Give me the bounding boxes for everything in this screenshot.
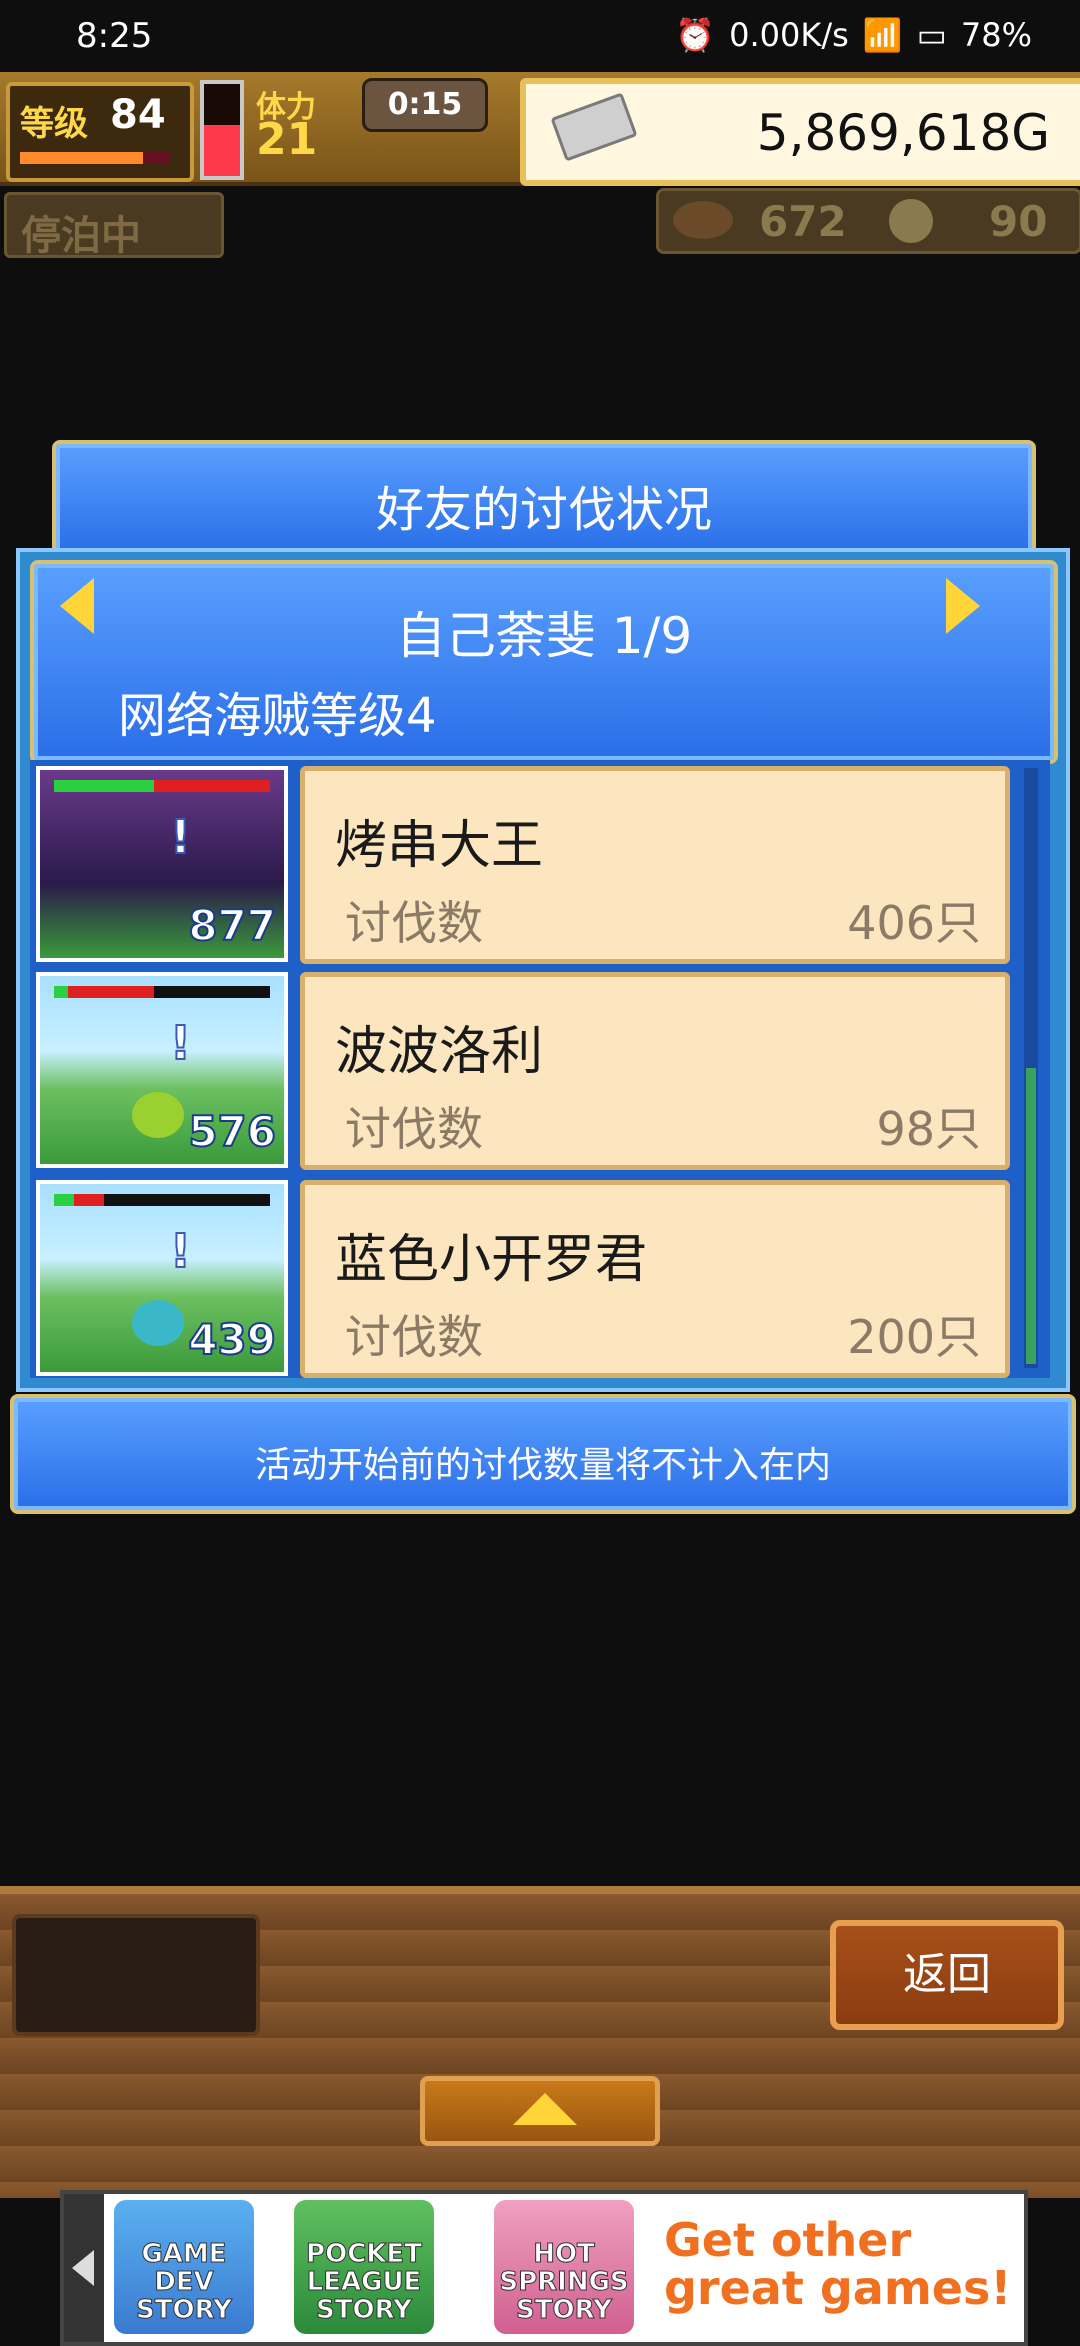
friend-name: 烤串大王 xyxy=(335,816,544,876)
ship-icon xyxy=(673,201,733,239)
level-exp-bar xyxy=(20,152,170,164)
monster-hp-bar xyxy=(54,1194,270,1206)
left-arrow-icon xyxy=(72,2250,94,2286)
next-friend-arrow-icon[interactable] xyxy=(946,578,980,634)
level-box: 等级 84 xyxy=(6,82,194,182)
ad-pocket-league-story[interactable]: POCKET LEAGUE STORY xyxy=(294,2200,434,2334)
wifi-icon: 📶 xyxy=(862,16,903,54)
dialog-title: 好友的讨伐状况 xyxy=(375,482,712,538)
monster-level: 877 xyxy=(187,900,277,951)
back-button[interactable]: 返回 xyxy=(830,1920,1064,2030)
resource-1-value: 672 xyxy=(759,197,847,246)
monster-hp-bar xyxy=(54,986,270,998)
friend-name: 波波洛利 xyxy=(335,1022,544,1082)
dialog-title-panel: 好友的讨伐状况 xyxy=(52,440,1036,556)
network-speed: 0.00K/s xyxy=(729,16,849,54)
monster-thumbnail: ! 576 xyxy=(36,972,288,1168)
stamina-gauge xyxy=(200,80,244,180)
list-item[interactable]: ! 877 烤串大王 讨伐数 406只 xyxy=(30,762,1030,964)
battery-icon: ▭ xyxy=(916,16,947,54)
ad-cta-line2: great games! xyxy=(664,2261,1012,2315)
list-item[interactable]: ! 576 波波洛利 讨伐数 98只 xyxy=(30,968,1030,1170)
status-bar: 8:25 ⏰ 0.00K/s 📶 ▭ 78% xyxy=(0,0,1080,72)
resource-box: 672 90 xyxy=(656,188,1080,254)
medal-icon xyxy=(889,199,933,243)
level-value: 84 xyxy=(110,92,166,138)
ad-banner[interactable]: GAME DEV STORY POCKET LEAGUE STORY HOT S… xyxy=(60,2190,1028,2346)
kill-count: 98只 xyxy=(876,1102,981,1156)
monster-hp-bar xyxy=(54,780,270,792)
list-item[interactable]: ! 439 蓝色小开罗君 讨伐数 200只 xyxy=(30,1176,1030,1378)
friend-card[interactable]: 波波洛利 讨伐数 98只 xyxy=(300,972,1010,1170)
ad-hot-springs-story[interactable]: HOT SPRINGS STORY xyxy=(494,2200,634,2334)
alert-icon: ! xyxy=(169,1223,192,1279)
ad-cta-line1: Get other xyxy=(664,2213,912,2267)
pirate-level: 网络海贼等级4 xyxy=(118,688,437,744)
ad-cta[interactable]: Get other great games! xyxy=(664,2216,1014,2312)
kill-count: 406只 xyxy=(847,896,981,950)
silver-bar-icon xyxy=(550,92,638,162)
kill-count: 200只 xyxy=(847,1310,981,1364)
friend-card[interactable]: 蓝色小开罗君 讨伐数 200只 xyxy=(300,1180,1010,1378)
gold-box: 5,869,618G xyxy=(520,78,1080,186)
slime-monster-icon xyxy=(132,1092,184,1138)
battery-level: 78% xyxy=(960,16,1032,54)
clock: 8:25 xyxy=(76,16,153,56)
status-icons: ⏰ 0.00K/s 📶 ▭ 78% xyxy=(675,16,1032,54)
monster-thumbnail: ! 877 xyxy=(36,766,288,962)
empty-slot xyxy=(12,1914,260,2036)
fish-monster-icon xyxy=(132,1300,184,1346)
kill-label: 讨伐数 xyxy=(345,1310,483,1364)
expand-menu-button[interactable] xyxy=(420,2076,660,2146)
alert-icon: ! xyxy=(169,809,192,865)
notice-text: 活动开始前的讨伐数量将不计入在内 xyxy=(254,1445,831,1486)
list-scrollbar[interactable] xyxy=(1024,768,1038,1368)
stamina-value: 21 xyxy=(256,114,318,165)
monster-level: 576 xyxy=(187,1106,277,1157)
friend-name-page: 自己荼斐 1/9 xyxy=(395,607,693,665)
friend-name: 蓝色小开罗君 xyxy=(335,1230,648,1290)
resource-2-value: 90 xyxy=(989,197,1048,246)
notice-panel: 活动开始前的讨伐数量将不计入在内 xyxy=(10,1394,1076,1514)
gold-amount: 5,869,618G xyxy=(756,104,1050,162)
kill-label: 讨伐数 xyxy=(345,1102,483,1156)
monster-level: 439 xyxy=(187,1314,277,1365)
monster-thumbnail: ! 439 xyxy=(36,1180,288,1376)
alert-icon: ! xyxy=(169,1015,192,1071)
ad-game-dev-story[interactable]: GAME DEV STORY xyxy=(114,2200,254,2334)
dock-status-label: 停泊中 xyxy=(21,213,141,259)
friend-header-panel: 自己荼斐 1/9 网络海贼等级4 xyxy=(30,560,1058,764)
up-arrow-icon xyxy=(513,2093,577,2125)
prev-friend-arrow-icon[interactable] xyxy=(60,578,94,634)
ad-prev-arrow[interactable] xyxy=(64,2194,104,2342)
kill-label: 讨伐数 xyxy=(345,896,483,950)
friend-card[interactable]: 烤串大王 讨伐数 406只 xyxy=(300,766,1010,964)
level-label: 等级 xyxy=(20,104,88,144)
alarm-icon: ⏰ xyxy=(675,16,716,54)
dock-status-badge: 停泊中 xyxy=(4,192,224,259)
stamina-timer: 0:15 xyxy=(362,78,488,132)
